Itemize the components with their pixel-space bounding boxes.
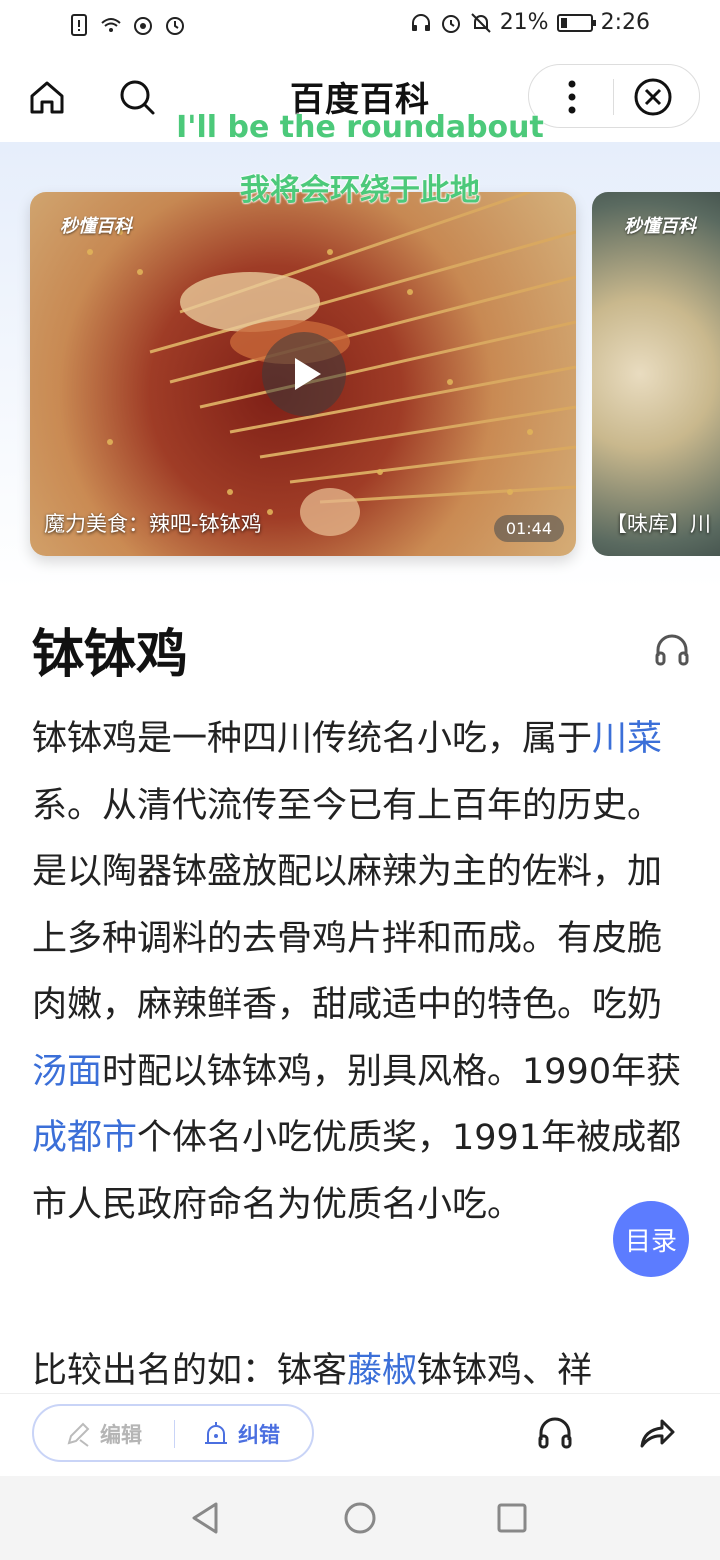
battery-percent: 21% [499, 10, 549, 35]
paragraph-text: 钵钵鸡是一种四川传统名小吃，属于 [32, 719, 593, 759]
pill-divider [174, 1420, 175, 1448]
headphone-status-icon [411, 13, 430, 31]
recents-icon[interactable] [494, 1500, 530, 1536]
paragraph-text: 钵钵鸡、祥 [417, 1351, 593, 1391]
video-card[interactable]: 秒懂百科 【味库】川 [592, 192, 720, 556]
timer-icon [166, 17, 184, 35]
overlay-caption-chinese: 我将会环绕于此地 [240, 173, 480, 208]
video-duration: 01:44 [493, 515, 564, 542]
headphone-icon[interactable] [654, 632, 690, 668]
bottom-toolbar: 编辑 纠错 [0, 1394, 720, 1476]
video-title: 【味库】川 [606, 512, 711, 536]
hotspot-icon [134, 17, 152, 35]
article-paragraph: 钵钵鸡是一种四川传统名小吃，属于川菜系。从清代流传至今已有上百年的历史。是以陶器… [32, 706, 692, 1238]
paragraph-text: 系。从清代流传至今已有上百年的历史。是以陶器钵盛放配以麻辣为主的佐料，加上多种调… [32, 785, 663, 1026]
play-icon[interactable] [262, 332, 346, 416]
link-chuancai[interactable]: 川菜 [592, 719, 662, 759]
back-icon[interactable] [188, 1500, 224, 1536]
sim-alert-icon [71, 14, 87, 36]
overlay-caption-english: I'll be the roundabout [176, 110, 544, 145]
brand-logo: 秒懂百科 [60, 216, 132, 237]
edit-label: 编辑 [100, 1423, 142, 1447]
status-bar: 21% 2:26 [0, 0, 720, 56]
video-carousel[interactable]: 秒懂百科 魔力美食：辣吧-钵钵鸡 01:44 秒懂百科 【味库】川 [0, 142, 720, 590]
battery-level [560, 17, 567, 28]
brand-logo: 秒懂百科 [624, 216, 696, 237]
share-icon[interactable] [638, 1414, 676, 1452]
correct-button[interactable]: 纠错 [202, 1419, 280, 1449]
paragraph-text: 比较出名的如：钵客 [32, 1351, 348, 1391]
battery-icon [556, 13, 596, 32]
mute-icon [470, 12, 491, 33]
link-tangmian[interactable]: 汤面 [32, 1052, 102, 1092]
clock: 2:26 [600, 10, 650, 35]
paragraph-text: 时配以钵钵鸡，别具风格。1990年获 [102, 1051, 682, 1092]
video-title: 魔力美食：辣吧-钵钵鸡 [44, 512, 262, 536]
link-chengdu[interactable]: 成都市 [32, 1118, 137, 1158]
listen-icon[interactable] [536, 1414, 574, 1452]
system-nav-bar [0, 1476, 720, 1560]
edit-button[interactable]: 编辑 [64, 1419, 142, 1449]
wifi-icon [101, 18, 121, 32]
toc-button[interactable]: 目录 [613, 1201, 689, 1277]
edit-icon [67, 1422, 90, 1447]
correct-label: 纠错 [238, 1423, 280, 1447]
siren-icon [205, 1422, 227, 1444]
home-nav-icon[interactable] [342, 1500, 378, 1536]
edit-correct-pill: 编辑 纠错 [32, 1404, 314, 1462]
video-card[interactable]: 秒懂百科 魔力美食：辣吧-钵钵鸡 01:44 [30, 192, 576, 556]
link-tengjiao[interactable]: 藤椒 [347, 1351, 417, 1391]
alarm-icon [441, 14, 460, 33]
article-title: 钵钵鸡 [32, 625, 189, 685]
